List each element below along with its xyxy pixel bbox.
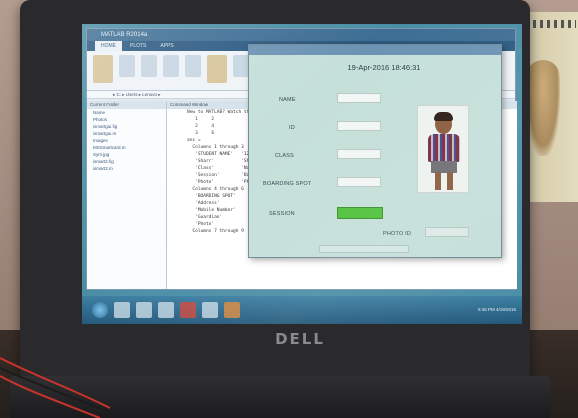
folder-taskbar-icon[interactable] <box>158 302 174 318</box>
boarding-spot-label: BOARDING SPOT <box>263 181 312 187</box>
tab-plots[interactable]: PLOTS <box>124 41 152 51</box>
matlab-title-bar[interactable]: MATLAB R2014a <box>87 29 515 41</box>
windows-taskbar: 6:46 PM 4/19/2016 <box>82 296 522 324</box>
file-list-item[interactable]: Sym.jpg <box>87 151 166 158</box>
student-photo <box>417 105 469 193</box>
matlab-taskbar-icon[interactable] <box>224 302 240 318</box>
tab-apps[interactable]: APPS <box>154 41 179 51</box>
new-button[interactable] <box>119 55 135 77</box>
id-field[interactable] <box>337 121 381 131</box>
gui-footer-field[interactable] <box>319 245 409 253</box>
file-list-item[interactable]: Name <box>87 109 166 116</box>
datetime-display: 19-Apr-2016 18:46:31 <box>347 63 421 72</box>
file-list-item[interactable]: ismart2.m <box>87 165 166 172</box>
boarding-spot-field[interactable] <box>337 177 381 187</box>
class-label: CLASS <box>275 153 295 159</box>
open-button[interactable] <box>141 55 157 77</box>
import-data-button[interactable] <box>207 55 227 83</box>
find-files-button[interactable] <box>163 55 179 77</box>
file-list-item[interactable]: Images <box>87 137 166 144</box>
compare-button[interactable] <box>185 55 201 77</box>
session-status-indicator <box>337 207 383 219</box>
file-list-item[interactable]: MSSmartcard.m <box>87 144 166 151</box>
new-script-button[interactable] <box>93 55 113 83</box>
current-folder-header: Current Folder <box>87 101 166 109</box>
id-label: ID <box>289 125 295 131</box>
current-folder-pane: Current Folder Name Photos ismartgui.fig… <box>87 101 167 289</box>
file-list-item[interactable]: ismartgui.fig <box>87 123 166 130</box>
probe-cables <box>0 357 116 418</box>
browser-taskbar-icon[interactable] <box>136 302 152 318</box>
pdf-reader-taskbar-icon[interactable] <box>180 302 196 318</box>
photo-legs <box>435 172 453 190</box>
class-field[interactable] <box>337 149 381 159</box>
name-field[interactable] <box>337 93 381 103</box>
file-list-item[interactable]: Photos <box>87 116 166 123</box>
tab-home[interactable]: HOME <box>95 41 122 51</box>
photo-id-label: PHOTO ID <box>383 231 412 237</box>
laptop-screen: MATLAB R2014a HOME PLOTS APPS ▸ C: ▸ Use… <box>82 24 522 324</box>
app-taskbar-icon[interactable] <box>202 302 218 318</box>
gui-title-bar[interactable] <box>249 45 501 55</box>
photo-hair <box>434 112 453 121</box>
file-list-item[interactable]: ismart2.fig <box>87 158 166 165</box>
session-label: SESSION <box>269 211 295 217</box>
explorer-taskbar-icon[interactable] <box>114 302 130 318</box>
laptop-brand-logo: DELL <box>275 330 325 348</box>
file-list-item[interactable]: ismartgui.m <box>87 130 166 137</box>
photo-id-field[interactable] <box>425 227 469 237</box>
save-workspace-button[interactable] <box>233 55 249 77</box>
taskbar-clock[interactable]: 6:46 PM 4/19/2016 <box>478 307 516 313</box>
name-label: NAME <box>279 97 296 103</box>
photo-shirt <box>428 134 460 162</box>
calendar-figure-image <box>526 60 560 156</box>
student-id-gui-window[interactable]: 19-Apr-2016 18:46:31 NAME ID CLASS BOARD… <box>248 44 502 258</box>
start-button-icon[interactable] <box>92 302 108 318</box>
